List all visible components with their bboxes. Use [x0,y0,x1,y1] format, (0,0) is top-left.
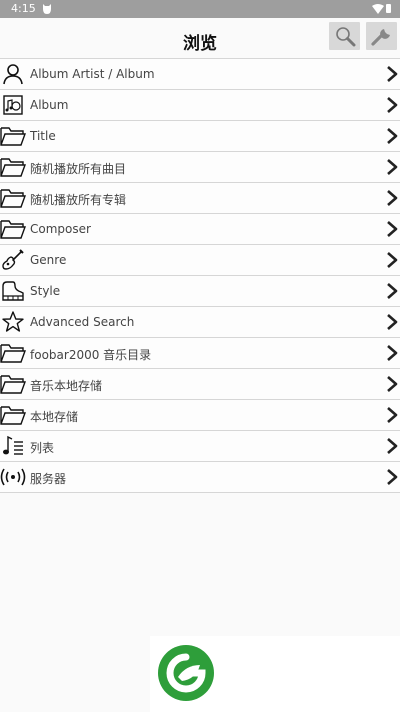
album-icon [0,93,26,117]
leaf-logo-icon [158,645,214,701]
chevron-right-icon [386,407,398,423]
browse-item[interactable]: foobar2000 音乐目录 [0,338,400,369]
battery-icon [386,4,391,13]
status-time: 4:15 [11,2,36,15]
browse-item-label: 随机播放所有专辑 [30,193,127,207]
settings-button[interactable] [366,22,397,50]
browse-item-label: Advanced Search [30,315,135,329]
ad-banner[interactable] [150,636,400,712]
folder-icon [0,341,26,365]
star-icon [0,310,26,334]
browse-item[interactable]: 服务器 [0,462,400,493]
browse-item-label: Title [30,129,56,143]
chevron-right-icon [386,469,398,485]
browse-item[interactable]: Genre [0,245,400,276]
notification-icon [43,4,51,14]
folder-icon [0,124,26,148]
search-icon [335,27,355,47]
wrench-icon [370,29,390,46]
browse-item[interactable]: Advanced Search [0,307,400,338]
chevron-right-icon [386,221,398,237]
chevron-right-icon [386,345,398,361]
broadcast-icon [0,465,26,489]
browse-item-label: Composer [30,222,91,236]
chevron-right-icon [386,97,398,113]
folder-icon [0,403,26,427]
browse-item[interactable]: 音乐本地存储 [0,369,400,400]
browse-item-label: 服务器 [30,472,67,486]
piano-icon [0,279,26,303]
guitar-icon [0,248,26,272]
browse-item[interactable]: Album [0,90,400,121]
browse-item-label: foobar2000 音乐目录 [30,348,152,362]
browse-item[interactable]: 随机播放所有曲目 [0,152,400,183]
browse-item[interactable]: Album Artist / Album [0,59,400,90]
folder-icon [0,217,26,241]
chevron-right-icon [386,283,398,299]
browse-list: Album Artist / Album Album Title 随机播放所有曲目 随机… [0,58,400,493]
browse-item-label: Album Artist / Album [30,67,155,81]
chevron-right-icon [386,314,398,330]
playlist-icon [0,434,26,458]
chevron-right-icon [386,376,398,392]
status-bar: 4:15 [0,0,400,18]
chevron-right-icon [386,438,398,454]
browse-item-label: 随机播放所有曲目 [30,162,127,176]
browse-item[interactable]: 本地存储 [0,400,400,431]
wifi-icon [372,4,384,14]
browse-item[interactable]: 随机播放所有专辑 [0,183,400,214]
folder-icon [0,186,26,210]
chevron-right-icon [386,252,398,268]
browse-item[interactable]: 列表 [0,431,400,462]
chevron-right-icon [386,190,398,206]
browse-item-label: 本地存储 [30,410,79,424]
browse-item-label: Album [30,98,69,112]
toolbar: 浏览 [0,18,400,58]
folder-icon [0,155,26,179]
browse-item[interactable]: Style [0,276,400,307]
browse-item-label: Style [30,284,61,298]
browse-item-label: Genre [30,253,67,267]
browse-item-label: 音乐本地存储 [30,379,103,393]
person-icon [0,62,26,86]
chevron-right-icon [386,66,398,82]
browse-item[interactable]: Title [0,121,400,152]
browse-item[interactable]: Composer [0,214,400,245]
chevron-right-icon [386,159,398,175]
chevron-right-icon [386,128,398,144]
search-button[interactable] [329,22,360,50]
browse-item-label: 列表 [30,441,55,455]
folder-icon [0,372,26,396]
